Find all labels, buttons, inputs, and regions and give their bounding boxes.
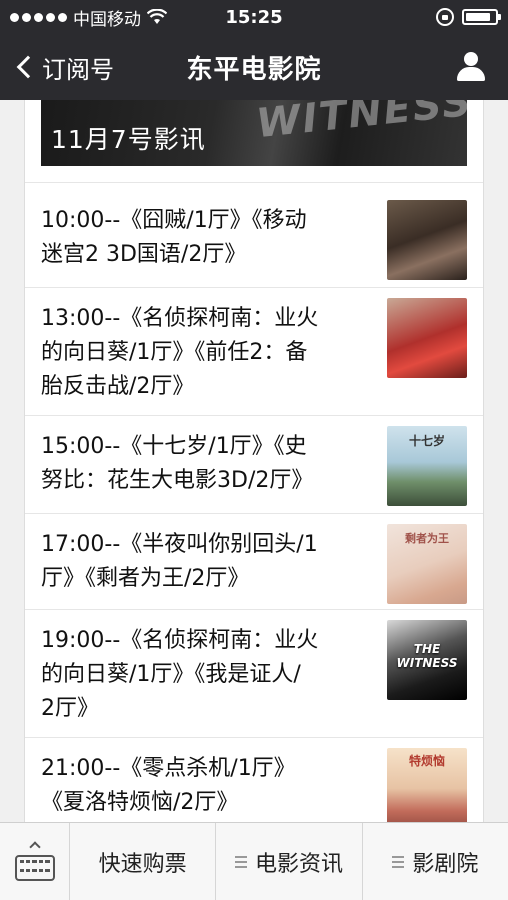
schedule-card: WITNESS 11月7号影讯 10:00--《囧贼/1厅》《移动 迷宫2 3D… [24,100,484,822]
chevron-left-icon [16,55,40,79]
list-item: 10:00--《囧贼/1厅》《移动 迷宫2 3D国语/2厅》 [25,190,483,288]
poster-caption: THE WITNESS [396,642,458,670]
rotation-lock-icon [436,8,454,26]
menu-label: 电影资讯 [254,851,343,877]
showtime-line: 的向日葵/1厅》《我是证人/ [41,662,301,687]
showtime-line: 2厅》 [41,696,99,721]
nav-bar: 订阅号 东平电影院 [0,34,508,100]
showtime-line: 的向日葵/1厅》《前任2：备 [41,340,308,365]
status-bar: 中国移动 15:25 [0,0,508,34]
divider [25,182,483,183]
submenu-icon [392,855,405,868]
menu-label: 影剧院 [412,851,479,877]
carrier-name: 中国移动 [73,9,141,30]
battery-fill [466,13,490,21]
movie-poster-thumbnail[interactable] [387,298,467,378]
banner-decor-text: WITNESS [253,100,467,148]
profile-icon[interactable] [456,52,486,82]
movie-poster-thumbnail[interactable]: 剩者为王 [387,524,467,604]
poster-caption: 十七岁 [408,434,445,448]
menu-label: 快速购票 [98,851,187,877]
banner-image: WITNESS 11月7号影讯 [41,100,467,166]
keyboard-toggle-button[interactable] [0,823,70,900]
movie-poster-thumbnail[interactable] [387,200,467,280]
article-content[interactable]: WITNESS 11月7号影讯 10:00--《囧贼/1厅》《移动 迷宫2 3D… [0,100,508,822]
showtime-text: 15:00--《十七岁/1厅》《史 努比：花生大电影3D/2厅》 [41,430,361,498]
back-button[interactable]: 订阅号 [0,34,114,100]
showtime-text: 10:00--《囧贼/1厅》《移动 迷宫2 3D国语/2厅》 [41,204,361,272]
list-item: 13:00--《名侦探柯南：业火 的向日葵/1厅》《前任2：备 胎反击战/2厅》 [25,288,483,416]
menu-theater[interactable]: 影剧院 [363,823,508,900]
list-item: 17:00--《半夜叫你别回头/1 厅》《剩者为王/2厅》 剩者为王 [25,514,483,610]
movie-poster-thumbnail[interactable]: THE WITNESS [387,620,467,700]
showtime-line: 17:00--《半夜叫你别回头/1 [41,532,318,557]
wifi-icon [147,9,167,25]
poster-caption: 特烦恼 [408,754,445,768]
showtime-line: 迷宫2 3D国语/2厅》 [41,242,247,267]
top-bar: 中国移动 15:25 订阅号 东平电影院 [0,0,508,100]
bottom-menu: 快速购票 电影资讯 影剧院 [0,822,508,900]
menu-quick-ticket[interactable]: 快速购票 [70,823,217,900]
showtime-line: 厅》《剩者为王/2厅》 [41,566,250,591]
clock: 15:25 [225,6,283,28]
submenu-icon [234,855,247,868]
showtime-text: 13:00--《名侦探柯南：业火 的向日葵/1厅》《前任2：备 胎反击战/2厅》 [41,302,361,404]
list-item: 21:00--《零点杀机/1厅》 《夏洛特烦恼/2厅》 特烦恼 [25,738,483,822]
poster-caption: 剩者为王 [405,532,449,545]
showtime-line: 10:00--《囧贼/1厅》《移动 [41,208,307,233]
list-item: 15:00--《十七岁/1厅》《史 努比：花生大电影3D/2厅》 十七岁 [25,416,483,514]
showtime-line: 19:00--《名侦探柯南：业火 [41,628,319,653]
schedule-list: 10:00--《囧贼/1厅》《移动 迷宫2 3D国语/2厅》 13:00--《名… [25,190,483,822]
signal-strength-icon [10,12,67,22]
showtime-line: 胎反击战/2厅》 [41,374,195,399]
showtime-text: 21:00--《零点杀机/1厅》 《夏洛特烦恼/2厅》 [41,752,361,820]
showtime-text: 17:00--《半夜叫你别回头/1 厅》《剩者为王/2厅》 [41,528,361,596]
keyboard-icon [14,854,55,881]
battery-icon [462,9,501,25]
list-item: 19:00--《名侦探柯南：业火 的向日葵/1厅》《我是证人/ 2厅》 THE … [25,610,483,738]
page-title: 东平电影院 [186,54,322,85]
chevron-up-icon [28,840,41,853]
showtime-text: 19:00--《名侦探柯南：业火 的向日葵/1厅》《我是证人/ 2厅》 [41,624,361,726]
showtime-line: 努比：花生大电影3D/2厅》 [41,468,314,493]
menu-movie-news[interactable]: 电影资讯 [216,823,363,900]
movie-poster-thumbnail[interactable]: 十七岁 [387,426,467,506]
showtime-line: 《夏洛特烦恼/2厅》 [41,790,239,815]
back-label: 订阅号 [42,55,114,84]
movie-poster-thumbnail[interactable]: 特烦恼 [387,748,467,822]
banner-title: 11月7号影讯 [51,125,206,154]
showtime-line: 21:00--《零点杀机/1厅》 [41,756,296,781]
showtime-line: 13:00--《名侦探柯南：业火 [41,306,319,331]
showtime-line: 15:00--《十七岁/1厅》《史 [41,434,307,459]
